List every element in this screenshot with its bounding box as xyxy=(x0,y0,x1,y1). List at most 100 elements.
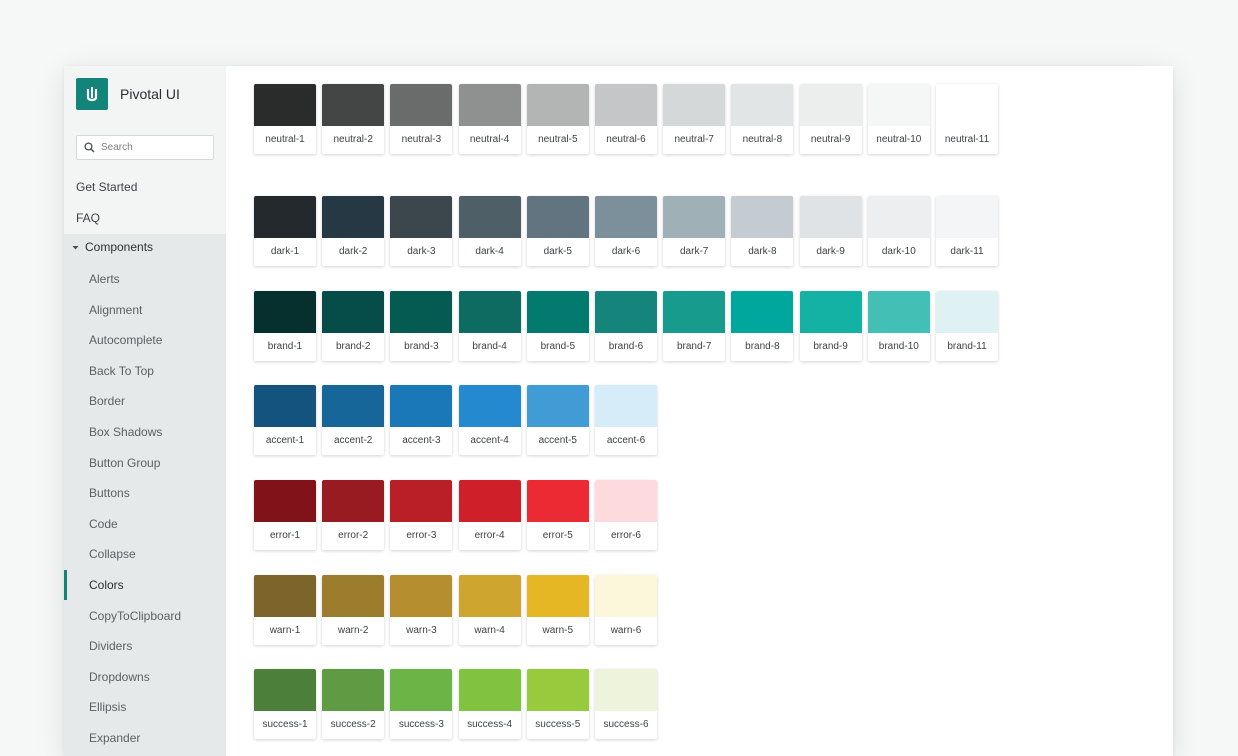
swatch-warn-2[interactable]: warn-2 xyxy=(322,575,385,645)
swatch-success-3[interactable]: success-3 xyxy=(390,669,453,739)
swatch-error-4[interactable]: error-4 xyxy=(458,480,521,550)
swatch-error-3[interactable]: error-3 xyxy=(390,480,453,550)
swatch-dark-7[interactable]: dark-7 xyxy=(663,196,726,266)
swatch-success-2[interactable]: success-2 xyxy=(322,669,385,739)
swatch-neutral-10[interactable]: neutral-10 xyxy=(867,84,930,154)
sidebar-item-dropdowns[interactable]: Dropdowns xyxy=(89,670,150,684)
swatch-dark-1[interactable]: dark-1 xyxy=(254,196,316,266)
swatch-color xyxy=(595,669,657,711)
swatch-neutral-11[interactable]: neutral-11 xyxy=(936,84,998,154)
swatch-label: accent-1 xyxy=(265,435,305,446)
swatch-dark-6[interactable]: dark-6 xyxy=(595,196,657,266)
swatch-neutral-8[interactable]: neutral-8 xyxy=(731,84,794,154)
swatch-brand-5[interactable]: brand-5 xyxy=(526,291,589,361)
swatch-neutral-5[interactable]: neutral-5 xyxy=(526,84,589,154)
swatch-success-1[interactable]: success-1 xyxy=(254,669,316,739)
sidebar: Pivotal UI Get Started FAQ Components Al… xyxy=(64,66,226,756)
swatch-accent-6[interactable]: accent-6 xyxy=(595,385,657,455)
sidebar-item-back-to-top[interactable]: Back To Top xyxy=(89,364,154,378)
sidebar-item-colors[interactable]: Colors xyxy=(89,578,124,592)
components-label: Components xyxy=(85,240,154,254)
swatch-warn-5[interactable]: warn-5 xyxy=(526,575,589,645)
sidebar-item-border[interactable]: Border xyxy=(89,394,125,408)
swatch-dark-9[interactable]: dark-9 xyxy=(799,196,862,266)
swatch-label: brand-9 xyxy=(813,341,848,352)
swatch-color xyxy=(322,575,385,617)
swatch-color xyxy=(526,575,589,617)
swatch-color xyxy=(595,480,657,522)
swatch-brand-1[interactable]: brand-1 xyxy=(254,291,316,361)
swatch-dark-8[interactable]: dark-8 xyxy=(731,196,794,266)
swatch-accent-3[interactable]: accent-3 xyxy=(390,385,453,455)
sidebar-item-autocomplete[interactable]: Autocomplete xyxy=(89,333,162,347)
swatch-label: brand-7 xyxy=(676,341,712,352)
components-toggle[interactable]: Components xyxy=(72,240,153,254)
swatch-neutral-1[interactable]: neutral-1 xyxy=(254,84,316,154)
swatch-warn-4[interactable]: warn-4 xyxy=(458,575,521,645)
sidebar-item-box-shadows[interactable]: Box Shadows xyxy=(89,425,162,439)
swatch-color xyxy=(867,196,930,238)
nav-item-get-started[interactable]: Get Started xyxy=(76,180,137,194)
swatch-label: brand-6 xyxy=(608,341,644,352)
swatch-color xyxy=(663,84,726,126)
nav-item-faq[interactable]: FAQ xyxy=(76,211,100,225)
swatch-brand-7[interactable]: brand-7 xyxy=(663,291,726,361)
swatch-brand-3[interactable]: brand-3 xyxy=(390,291,453,361)
sidebar-item-buttons[interactable]: Buttons xyxy=(89,486,130,500)
swatch-neutral-9[interactable]: neutral-9 xyxy=(799,84,862,154)
swatch-success-6[interactable]: success-6 xyxy=(595,669,657,739)
swatch-accent-5[interactable]: accent-5 xyxy=(526,385,589,455)
swatch-neutral-3[interactable]: neutral-3 xyxy=(390,84,453,154)
swatch-warn-3[interactable]: warn-3 xyxy=(390,575,453,645)
swatch-color xyxy=(254,84,316,126)
swatch-dark-4[interactable]: dark-4 xyxy=(458,196,521,266)
swatch-brand-4[interactable]: brand-4 xyxy=(458,291,521,361)
swatch-error-1[interactable]: error-1 xyxy=(254,480,316,550)
swatch-label: success-5 xyxy=(535,719,581,730)
swatch-label: warn-4 xyxy=(474,625,505,636)
sidebar-item-alerts[interactable]: Alerts xyxy=(89,272,120,286)
search-input[interactable] xyxy=(101,142,201,153)
swatch-error-5[interactable]: error-5 xyxy=(526,480,589,550)
sidebar-item-dividers[interactable]: Dividers xyxy=(89,639,132,653)
swatch-dark-10[interactable]: dark-10 xyxy=(867,196,930,266)
swatch-neutral-2[interactable]: neutral-2 xyxy=(322,84,385,154)
swatch-success-4[interactable]: success-4 xyxy=(458,669,521,739)
swatch-dark-5[interactable]: dark-5 xyxy=(526,196,589,266)
sidebar-item-code[interactable]: Code xyxy=(89,517,118,531)
swatch-color xyxy=(254,385,316,427)
swatch-label: success-1 xyxy=(262,719,308,730)
brand[interactable]: Pivotal UI xyxy=(76,78,180,110)
swatch-warn-6[interactable]: warn-6 xyxy=(595,575,657,645)
sidebar-item-alignment[interactable]: Alignment xyxy=(89,303,142,317)
swatch-dark-2[interactable]: dark-2 xyxy=(322,196,385,266)
swatch-warn-1[interactable]: warn-1 xyxy=(254,575,316,645)
sidebar-item-ellipsis[interactable]: Ellipsis xyxy=(89,700,126,714)
swatch-color xyxy=(526,196,589,238)
swatch-error-2[interactable]: error-2 xyxy=(322,480,385,550)
swatch-label: brand-1 xyxy=(267,341,303,352)
sidebar-item-button-group[interactable]: Button Group xyxy=(89,456,160,470)
search-box[interactable] xyxy=(76,135,214,160)
swatch-neutral-7[interactable]: neutral-7 xyxy=(663,84,726,154)
swatch-success-5[interactable]: success-5 xyxy=(526,669,589,739)
swatch-error-6[interactable]: error-6 xyxy=(595,480,657,550)
swatch-accent-4[interactable]: accent-4 xyxy=(458,385,521,455)
sidebar-item-copytoclipboard[interactable]: CopyToClipboard xyxy=(89,609,181,623)
swatch-accent-2[interactable]: accent-2 xyxy=(322,385,385,455)
swatch-neutral-4[interactable]: neutral-4 xyxy=(458,84,521,154)
swatch-dark-3[interactable]: dark-3 xyxy=(390,196,453,266)
swatch-brand-2[interactable]: brand-2 xyxy=(322,291,385,361)
swatch-color xyxy=(936,84,998,126)
swatch-label: dark-2 xyxy=(339,246,368,257)
swatch-accent-1[interactable]: accent-1 xyxy=(254,385,316,455)
sidebar-item-collapse[interactable]: Collapse xyxy=(89,547,136,561)
swatch-neutral-6[interactable]: neutral-6 xyxy=(595,84,657,154)
swatch-brand-9[interactable]: brand-9 xyxy=(799,291,862,361)
swatch-brand-10[interactable]: brand-10 xyxy=(867,291,930,361)
swatch-dark-11[interactable]: dark-11 xyxy=(936,196,998,266)
swatch-brand-8[interactable]: brand-8 xyxy=(731,291,794,361)
swatch-color xyxy=(390,480,453,522)
swatch-brand-6[interactable]: brand-6 xyxy=(595,291,657,361)
swatch-brand-11[interactable]: brand-11 xyxy=(936,291,998,361)
